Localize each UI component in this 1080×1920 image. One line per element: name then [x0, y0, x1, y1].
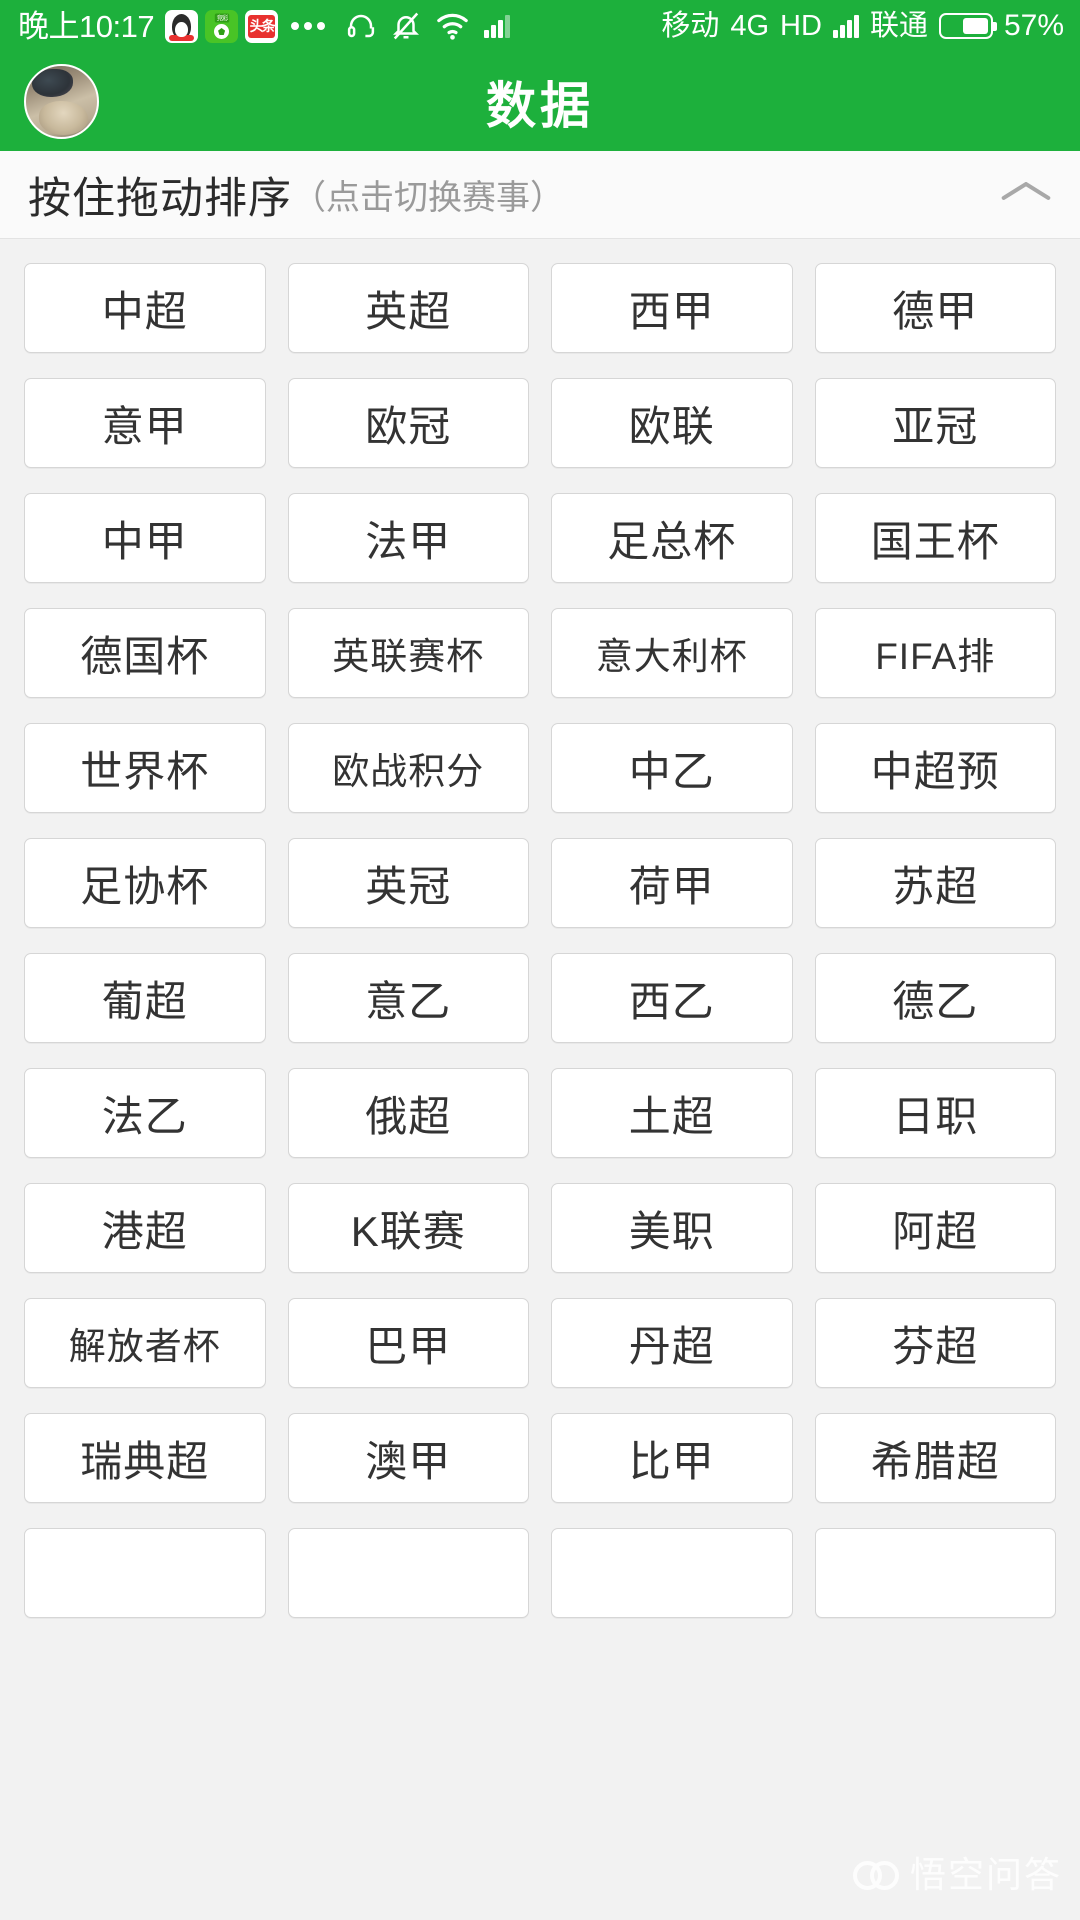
league-tile[interactable]: 葡超 [24, 953, 266, 1043]
league-tile[interactable]: 西甲 [551, 263, 793, 353]
football-app-icon: 竞彩 [205, 9, 239, 43]
app-root: 晚上10:17 竞彩 头条 移动 4G HD 联通 57% 数据 按住拖动排序 … [0, 0, 1080, 1920]
league-tile[interactable]: 英冠 [287, 838, 529, 928]
league-tile[interactable] [551, 1528, 793, 1618]
sort-header-main-label: 按住拖动排序 [28, 174, 292, 223]
league-tile[interactable]: 中甲 [24, 493, 266, 583]
league-tile[interactable]: 巴甲 [287, 1298, 529, 1388]
league-tile[interactable]: 苏超 [814, 838, 1056, 928]
headset-icon [347, 14, 375, 38]
league-tile[interactable] [24, 1528, 266, 1618]
league-tile[interactable]: 希腊超 [814, 1413, 1056, 1503]
league-tile[interactable]: 足协杯 [24, 838, 266, 928]
league-grid-scroll-area[interactable]: 中超 英超 西甲 德甲意甲 欧冠 欧联 亚冠中甲 法甲 足总杯 国王杯德国杯 英联赛杯 意大利杯 FIF… [0, 239, 1080, 1920]
league-tile[interactable]: 英联赛杯 [287, 608, 529, 698]
league-tile[interactable]: 欧冠 [287, 378, 529, 468]
status-bar-system-icons [346, 11, 511, 41]
league-tile[interactable]: 丹超 [551, 1298, 793, 1388]
league-tile[interactable]: 瑞典超 [24, 1413, 266, 1503]
league-tile[interactable]: FIFA排 [814, 608, 1056, 698]
signal-bars-icon-2 [832, 14, 859, 38]
league-tile[interactable]: 日职 [814, 1068, 1056, 1158]
wifi-icon [437, 13, 468, 40]
league-tile[interactable]: 国王杯 [814, 493, 1056, 583]
league-tile[interactable]: 澳甲 [287, 1413, 529, 1503]
league-tile[interactable]: 英超 [287, 263, 529, 353]
league-tile[interactable]: 法乙 [24, 1068, 266, 1158]
status-bar-overflow-icon [291, 22, 326, 30]
league-tile[interactable]: K联赛 [287, 1183, 529, 1273]
league-tile[interactable]: 中超 [24, 263, 266, 353]
league-tile[interactable]: 解放者杯 [24, 1298, 266, 1388]
league-tile[interactable]: 意乙 [287, 953, 529, 1043]
league-grid: 中超 英超 西甲 德甲意甲 欧冠 欧联 亚冠中甲 法甲 足总杯 国王杯德国杯 英联赛杯 意大利杯 FIF… [0, 239, 1080, 1618]
carrier-secondary-label: 联通 [869, 9, 928, 42]
league-tile[interactable] [814, 1528, 1056, 1618]
league-tile[interactable]: 意甲 [24, 378, 266, 468]
league-tile[interactable] [287, 1528, 529, 1618]
league-tile[interactable]: 阿超 [814, 1183, 1056, 1273]
league-tile[interactable]: 意大利杯 [551, 608, 793, 698]
hd-label: HD [780, 9, 822, 42]
league-tile[interactable]: 法甲 [287, 493, 529, 583]
league-tile[interactable]: 西乙 [551, 953, 793, 1043]
league-tile[interactable]: 芬超 [814, 1298, 1056, 1388]
league-tile[interactable]: 亚冠 [814, 378, 1056, 468]
avatar[interactable] [24, 64, 99, 139]
bell-muted-icon [393, 12, 420, 40]
sort-header[interactable]: 按住拖动排序 （点击切换赛事） [0, 151, 1080, 239]
qq-icon [165, 9, 199, 43]
league-tile[interactable]: 德乙 [814, 953, 1056, 1043]
chevron-up-icon[interactable] [1002, 171, 1050, 219]
league-tile[interactable]: 中乙 [551, 723, 793, 813]
battery-icon [938, 13, 997, 39]
league-tile[interactable]: 荷甲 [551, 838, 793, 928]
league-tile[interactable]: 美职 [551, 1183, 793, 1273]
league-tile[interactable]: 欧战积分 [287, 723, 529, 813]
league-tile[interactable]: 俄超 [287, 1068, 529, 1158]
battery-percent-label: 57% [1003, 9, 1064, 42]
page-title: 数据 [486, 77, 594, 134]
status-bar: 晚上10:17 竞彩 头条 移动 4G HD 联通 57% [0, 0, 1080, 52]
network-type-label: 4G [730, 9, 770, 42]
signal-bars-icon-1 [484, 14, 511, 38]
toutiao-icon: 头条 [245, 9, 279, 43]
league-tile[interactable]: 德国杯 [24, 608, 266, 698]
league-tile[interactable]: 比甲 [551, 1413, 793, 1503]
app-header: 数据 [0, 52, 1080, 151]
league-tile[interactable]: 欧联 [551, 378, 793, 468]
league-tile[interactable]: 港超 [24, 1183, 266, 1273]
league-tile[interactable]: 世界杯 [24, 723, 266, 813]
carrier-primary-label: 移动 [661, 9, 720, 42]
league-tile[interactable]: 足总杯 [551, 493, 793, 583]
status-bar-app-icons: 竞彩 头条 [165, 9, 279, 43]
status-bar-time: 晚上10:17 [18, 8, 155, 44]
league-tile[interactable]: 德甲 [814, 263, 1056, 353]
league-tile[interactable]: 中超预 [814, 723, 1056, 813]
league-tile[interactable]: 土超 [551, 1068, 793, 1158]
status-bar-right-cluster: 移动 4G HD 联通 57% [661, 11, 1064, 41]
sort-header-sub-label: （点击切换赛事） [292, 179, 564, 217]
